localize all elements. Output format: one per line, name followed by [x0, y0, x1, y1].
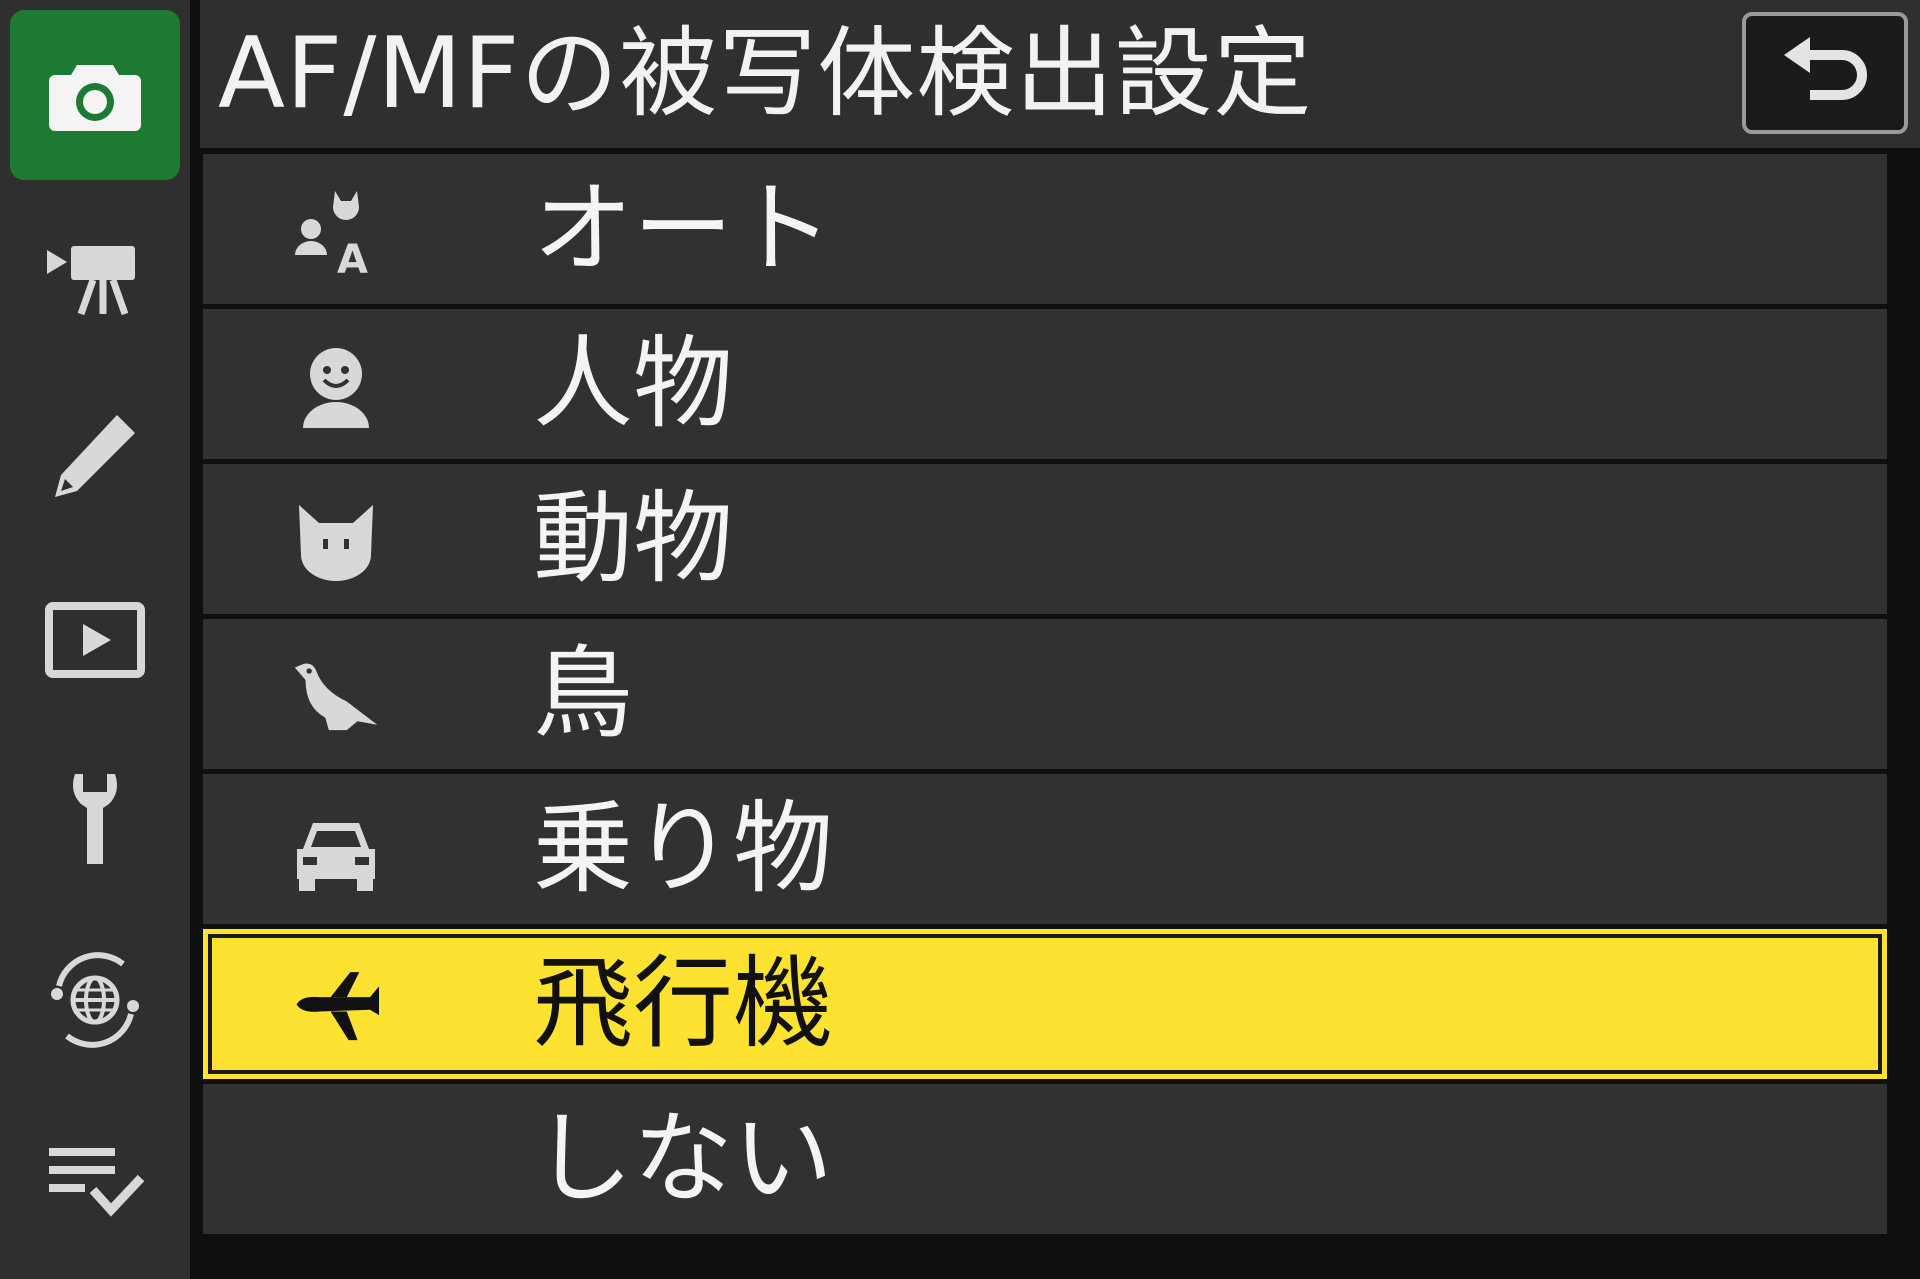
tab-custom-settings[interactable]	[10, 370, 180, 540]
tab-network[interactable]	[10, 915, 180, 1085]
tab-playback[interactable]	[10, 555, 180, 725]
tab-photo-shooting[interactable]	[10, 10, 180, 180]
wrench-icon	[73, 774, 117, 864]
person-icon	[303, 348, 369, 428]
tab-movie-recording[interactable]	[10, 195, 180, 365]
option-bird[interactable]: 鳥	[203, 619, 1887, 769]
back-button[interactable]	[1742, 12, 1908, 134]
option-people[interactable]: 人物	[203, 309, 1887, 459]
svg-text:A: A	[337, 237, 368, 275]
option-label: 鳥	[533, 635, 633, 752]
return-icon	[1784, 37, 1867, 100]
option-label: 人物	[533, 325, 733, 442]
network-globe-icon	[51, 952, 139, 1048]
pencil-icon	[55, 415, 135, 497]
bird-icon	[294, 663, 378, 731]
menu-header: AF/MFの被写体検出設定	[200, 0, 1920, 148]
option-airplane[interactable]: 飛行機	[203, 929, 1887, 1079]
option-label: オート	[533, 170, 833, 287]
menu-tab-strip	[0, 0, 190, 1279]
option-label: 飛行機	[533, 945, 833, 1062]
option-label: 乗り物	[533, 790, 833, 907]
tab-my-menu[interactable]	[10, 1095, 180, 1265]
option-label: 動物	[533, 480, 733, 597]
auto-detect-icon: A	[295, 191, 368, 275]
option-label: しない	[533, 1100, 833, 1217]
option-animal[interactable]: 動物	[203, 464, 1887, 614]
option-vehicle[interactable]: 乗り物	[203, 774, 1887, 924]
option-auto[interactable]: A オート	[203, 154, 1887, 304]
my-menu-checklist-icon	[49, 1148, 145, 1217]
airplane-icon	[296, 972, 379, 1041]
option-off[interactable]: しない	[203, 1084, 1887, 1234]
camera-icon	[49, 65, 141, 131]
camera-menu-screen: AF/MFの被写体検出設定 A オート 人物 動物 鳥 乗り物 飛行機 しない	[0, 0, 1920, 1279]
subject-detection-list: A オート 人物 動物 鳥 乗り物 飛行機 しない	[203, 154, 1887, 1239]
tab-setup[interactable]	[10, 735, 180, 905]
vehicle-icon	[297, 823, 375, 891]
playback-icon	[45, 602, 145, 678]
page-title: AF/MFの被写体検出設定	[218, 17, 1313, 131]
movie-camera-icon	[47, 246, 135, 316]
animal-icon	[299, 505, 373, 581]
